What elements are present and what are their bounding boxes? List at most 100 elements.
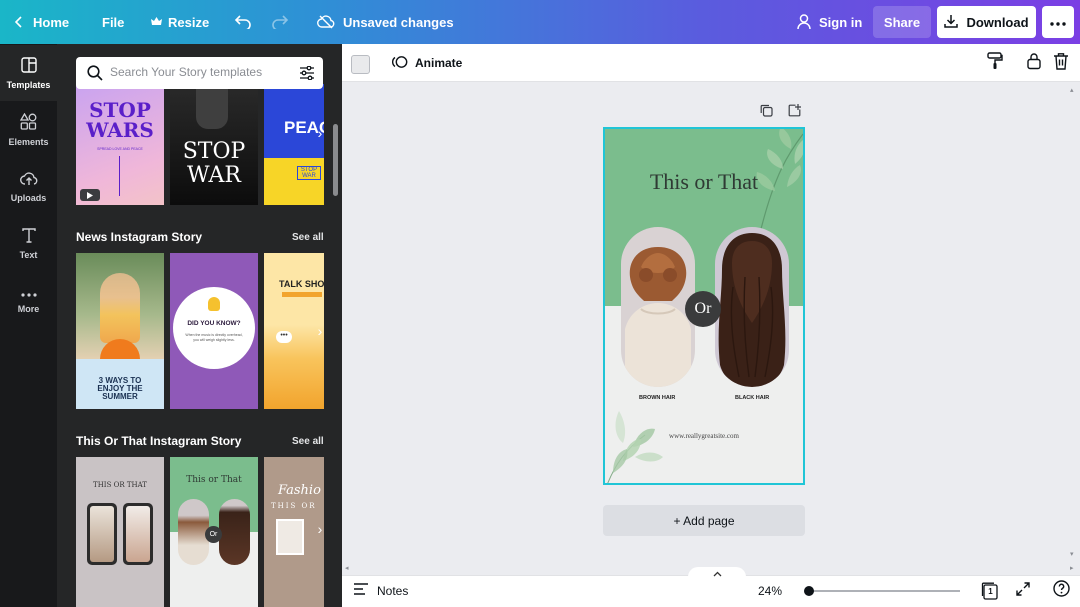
label-black-hair[interactable]: BLACK HAIR [735,395,769,401]
share-button[interactable]: Share [873,6,931,38]
help-icon [1052,580,1070,602]
template-thumb-this-or-that-green[interactable]: This or That Or [170,457,258,607]
thumb-photo-frame [276,519,304,555]
panel-scrollbar[interactable] [333,124,338,196]
see-all-news-link[interactable]: See all [292,232,324,243]
resize-label: Resize [168,14,210,30]
thumb-divider [119,156,120,196]
raised-fist-graphic [196,84,228,129]
download-label: Download [966,14,1029,30]
design-page[interactable]: This or That Or BROWN HAIR BLACK HAIR ww… [603,127,805,485]
or-badge[interactable]: Or [685,291,721,327]
thumb-subtext: STOP WAR [297,166,321,180]
redo-button[interactable] [271,0,289,44]
search-icon [87,65,103,86]
more-options-button[interactable] [1042,6,1074,38]
row-next-arrow[interactable]: › [313,125,327,141]
rail-label-uploads: Uploads [10,193,47,203]
zoom-level[interactable]: 24% [758,584,782,598]
template-thumb-this-or-that-gray[interactable]: THIS OR THAT [76,457,164,607]
help-button[interactable] [1052,580,1070,602]
phone-mockup-right [123,503,153,565]
speech-bubble-icon: ••• [276,331,292,343]
rail-item-more[interactable]: More [0,273,57,329]
cloud-icon [317,15,335,29]
trash-icon [1053,52,1069,75]
delete-button[interactable] [1051,52,1071,75]
rail-label-templates: Templates [6,79,51,90]
row-next-arrow[interactable]: › [313,521,327,537]
template-thumb-did-you-know[interactable]: DID YOU KNOW? When the music is directly… [170,253,258,409]
design-title[interactable]: This or That [605,169,803,195]
show-pages-tab[interactable] [688,567,746,581]
thumb-subtext: SPREAD LOVE AND PEACE [97,147,143,151]
save-status-label: Unsaved changes [343,14,454,30]
add-page-button[interactable]: + Add page [603,505,805,536]
duplicate-page-button[interactable] [759,104,773,120]
sign-in-button[interactable]: Sign in [797,0,862,44]
template-thumb-stop-wars[interactable]: STOP WARS SPREAD LOVE AND PEACE [76,84,164,205]
rail-item-templates[interactable]: Templates [0,45,57,101]
copy-style-button[interactable] [985,51,1005,73]
rail-label-elements: Elements [8,137,49,147]
rail-item-text[interactable]: Text [0,216,57,272]
page-count: 1 [988,587,993,596]
template-thumb-stop-war-dark[interactable]: STOP WAR [170,84,258,205]
scroll-left-arrow[interactable]: ◂ [345,564,349,572]
side-rail: Templates Elements Uploads Text More [0,44,57,607]
phone-mockup-left [87,503,117,565]
thumb-text: 3 WAYS TO ENJOY THE SUMMER [97,376,143,401]
photo-arch-left[interactable] [621,227,695,387]
background-color-swatch[interactable] [351,55,370,74]
redo-icon [271,15,289,29]
undo-button[interactable] [234,0,252,44]
add-page-icon-button[interactable] [787,104,801,120]
templates-panel: STOP WARS SPREAD LOVE AND PEACE STOP WAR… [57,44,342,607]
crown-icon [151,17,162,27]
row-next-arrow[interactable]: › [313,323,327,339]
download-button[interactable]: Download [937,6,1036,38]
template-thumb-peace[interactable]: PEAC STOP WAR [264,84,324,205]
rail-item-uploads[interactable]: Uploads [0,159,57,215]
photo-arch-right[interactable] [715,227,789,387]
fullscreen-button[interactable] [1014,581,1032,600]
rail-label-text: Text [19,250,38,260]
label-brown-hair[interactable]: BROWN HAIR [639,395,675,401]
search-input[interactable] [110,65,290,79]
resize-button[interactable]: Resize [151,0,209,44]
thumb-subtext: When the music is directly overhead, you… [185,333,243,342]
zoom-slider-knob[interactable] [804,586,814,596]
filter-icon[interactable] [299,65,315,85]
rail-item-elements[interactable]: Elements [0,102,57,158]
notes-button[interactable]: Notes [353,583,408,598]
lightbulb-icon [208,297,220,311]
thumb-text: This or That [186,475,242,485]
home-label: Home [33,14,70,30]
sign-in-label: Sign in [819,14,863,30]
thumb-text: DID YOU KNOW? [187,320,241,327]
page-count-button[interactable]: 1 [981,582,999,600]
template-thumb-summer[interactable]: 3 WAYS TO ENJOY THE SUMMER [76,253,164,409]
template-search-bar[interactable] [76,57,323,89]
thumb-subtext: THIS OR [271,502,317,510]
chevron-right-icon: › [317,125,323,141]
file-menu-button[interactable]: File [102,0,124,44]
undo-icon [234,15,252,29]
scroll-right-arrow[interactable]: ▸ [1070,564,1074,572]
animate-button[interactable]: Animate [391,53,462,73]
see-all-this-or-that-link[interactable]: See all [292,436,324,447]
design-website-text[interactable]: www.reallygreatsite.com [605,432,803,440]
share-label: Share [883,14,921,30]
thumb-text: THIS OR THAT [93,481,147,489]
thumb-arch-right [219,499,250,565]
play-icon [87,186,93,204]
thumb-text: TALK SHO [279,279,324,289]
chevron-left-icon [15,16,23,28]
home-button[interactable]: Home [15,0,69,44]
thumb-text: STOP WAR [182,139,246,188]
scroll-down-arrow[interactable]: ▾ [1070,550,1074,558]
notes-icon [353,583,369,598]
zoom-slider-track[interactable] [808,590,960,592]
scroll-up-arrow[interactable]: ▴ [1070,86,1074,94]
section-title-news: News Instagram Story [76,230,203,244]
